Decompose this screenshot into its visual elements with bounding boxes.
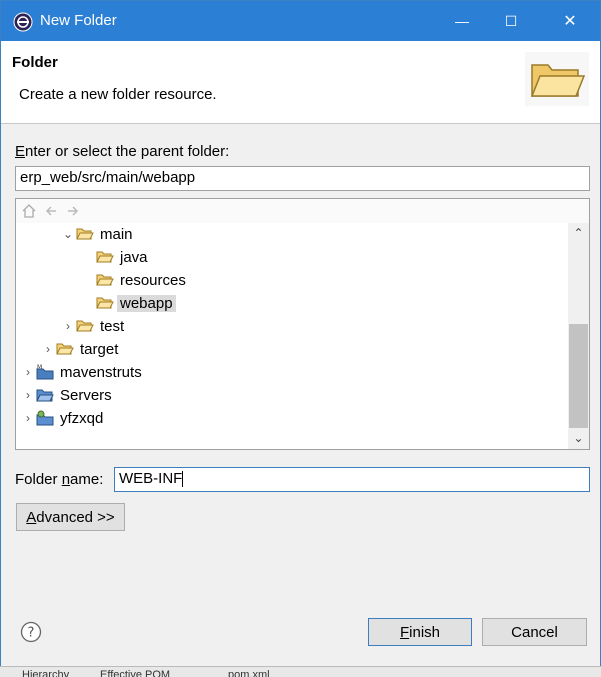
finish-button[interactable]: Finish — [368, 618, 472, 646]
tree-item-label: yfzxqd — [60, 409, 104, 427]
tree-item-webapp[interactable]: webapp — [80, 292, 176, 314]
chevron-right-icon[interactable]: › — [20, 410, 36, 426]
folder-name-label-mnemonic: n — [61, 471, 71, 488]
finish-mnemonic: F — [399, 623, 410, 641]
chevron-right-icon[interactable]: › — [20, 364, 36, 380]
folder-name-value: WEB-INF — [119, 470, 183, 487]
tree-item-resources[interactable]: resources — [80, 269, 189, 291]
advanced-button[interactable]: Advanced >> — [16, 503, 125, 531]
window-title: New Folder — [40, 12, 117, 29]
scroll-down-icon[interactable]: ⌄ — [568, 428, 589, 448]
parent-folder-label: Enter or select the parent folder: — [15, 143, 229, 160]
tree-scrollbar[interactable]: ⌃ ⌄ — [568, 223, 589, 449]
maximize-button[interactable]: ☐ — [487, 1, 535, 41]
page-title: Folder — [12, 54, 58, 71]
text-cursor — [182, 471, 184, 488]
open-folder-icon — [56, 343, 74, 355]
folder-name-label: Folder name: — [15, 471, 103, 488]
folder-name-label-end: ame: — [70, 471, 104, 488]
tree-item-servers[interactable]: › Servers — [20, 384, 115, 406]
finish-label: inish — [409, 623, 441, 641]
tree-item-test[interactable]: › test — [60, 315, 127, 337]
wizard-header: Folder Create a new folder resource. — [1, 41, 600, 124]
folder-tree[interactable]: ⌄ main java resources webapp › test › ta… — [15, 198, 590, 450]
open-folder-icon — [76, 228, 94, 240]
parent-label-mnemonic: E — [15, 143, 26, 160]
chevron-right-icon[interactable]: › — [60, 318, 76, 334]
tree-toolbar — [16, 199, 589, 223]
background-tab[interactable]: pom.xml — [228, 669, 270, 677]
new-folder-dialog: New Folder — ☐ ✕ Folder Create a new fol… — [0, 0, 601, 667]
svg-text:M: M — [37, 364, 42, 371]
home-icon[interactable] — [21, 203, 37, 219]
open-folder-icon — [76, 320, 94, 332]
chevron-right-icon[interactable]: › — [20, 387, 36, 403]
cancel-button[interactable]: Cancel — [482, 618, 587, 646]
scroll-up-icon[interactable]: ⌃ — [568, 223, 589, 243]
open-folder-icon — [96, 274, 114, 286]
tree-item-label: main — [100, 225, 133, 243]
scroll-thumb[interactable] — [569, 324, 588, 428]
tree-area: ⌄ main java resources webapp › test › ta… — [16, 223, 568, 449]
chevron-down-icon[interactable]: ⌄ — [60, 226, 76, 242]
folder-name-input[interactable]: WEB-INF — [114, 467, 590, 492]
chevron-right-icon[interactable]: › — [40, 341, 56, 357]
minimize-button[interactable]: — — [438, 1, 486, 41]
svg-text:?: ? — [28, 626, 35, 641]
back-icon[interactable] — [43, 203, 59, 219]
maven-project-icon: M — [36, 364, 54, 380]
minimize-icon: — — [455, 13, 469, 29]
tree-item-target[interactable]: › target — [40, 338, 121, 360]
page-description: Create a new folder resource. — [19, 86, 217, 103]
advanced-label: dvanced >> — [36, 508, 115, 526]
tree-item-yfzxqd[interactable]: › yfzxqd — [20, 407, 106, 429]
forward-icon[interactable] — [65, 203, 81, 219]
title-bar: New Folder — ☐ ✕ — [1, 1, 600, 41]
tree-item-label: webapp — [117, 294, 176, 312]
maximize-icon: ☐ — [504, 12, 518, 29]
open-folder-icon — [96, 251, 114, 263]
advanced-mnemonic: A — [26, 508, 37, 526]
web-project-icon — [36, 410, 54, 426]
tree-item-label: test — [100, 317, 125, 335]
tree-item-label: resources — [120, 271, 186, 289]
background-editor-tabs: Hierarchy Effective POM pom.xml — [0, 666, 601, 677]
parent-folder-input[interactable]: erp_web/src/main/webapp — [15, 166, 590, 191]
tree-item-mavenstruts[interactable]: › M mavenstruts — [20, 361, 145, 383]
eclipse-app-icon — [13, 12, 33, 32]
parent-label-text: nter or select the parent folder: — [25, 143, 230, 160]
close-button[interactable]: ✕ — [546, 1, 594, 41]
tree-item-java[interactable]: java — [80, 246, 151, 268]
folder-name-label-start: Folder — [15, 471, 62, 488]
tree-item-label: mavenstruts — [60, 363, 142, 381]
project-folder-icon — [36, 389, 54, 402]
tree-item-main[interactable]: ⌄ main — [60, 223, 136, 245]
close-icon: ✕ — [563, 13, 577, 30]
background-tab[interactable]: Hierarchy — [22, 669, 69, 677]
background-tab[interactable]: Effective POM — [100, 669, 170, 677]
tree-item-label: Servers — [60, 386, 112, 404]
tree-item-label: target — [80, 340, 119, 358]
tree-item-label: java — [120, 248, 148, 266]
folder-banner-icon — [525, 52, 589, 106]
open-folder-icon — [96, 297, 114, 309]
help-icon[interactable]: ? — [20, 621, 42, 643]
